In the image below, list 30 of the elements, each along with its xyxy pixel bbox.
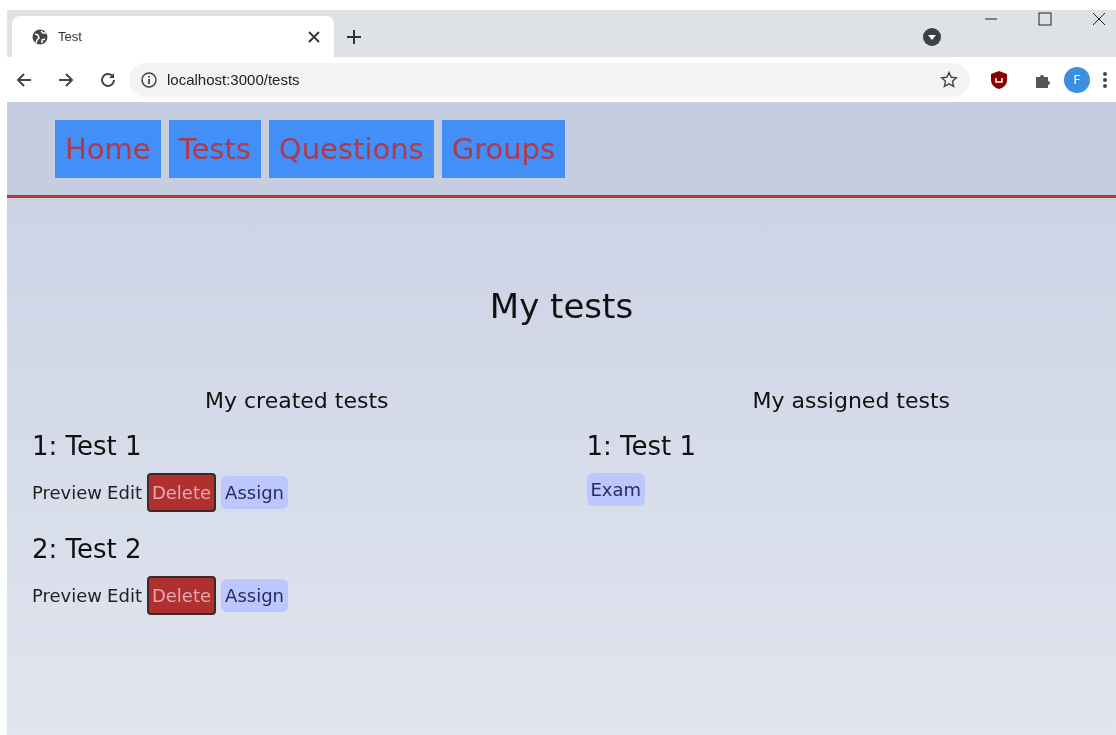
page-title: My tests <box>488 286 635 326</box>
action-button[interactable]: Exam <box>586 473 646 506</box>
action-button[interactable]: Assign <box>221 476 288 509</box>
info-icon[interactable] <box>141 71 157 88</box>
menu-icon[interactable] <box>1102 70 1108 89</box>
test-name: 1: Test 1 <box>32 431 143 461</box>
action-link[interactable]: Edit <box>107 585 142 606</box>
column-heading: My created tests <box>204 388 390 413</box>
star-icon[interactable] <box>940 70 958 89</box>
browser-tab[interactable]: Test <box>12 16 334 57</box>
action-link[interactable]: Edit <box>107 482 142 503</box>
column-heading: My assigned tests <box>751 388 952 413</box>
url-text: localhost:3000/tests <box>167 71 301 88</box>
test-name: 2: Test 2 <box>32 534 143 564</box>
action-button[interactable]: Assign <box>221 579 288 612</box>
test-name: 1: Test 1 <box>586 431 698 461</box>
shield-icon[interactable] <box>990 69 1008 90</box>
close-window-icon[interactable] <box>1092 12 1106 26</box>
plus-icon[interactable] <box>346 28 362 45</box>
reload-icon[interactable] <box>99 70 117 89</box>
dropdown-icon[interactable] <box>923 27 941 46</box>
forward-icon[interactable] <box>57 70 75 89</box>
action-link[interactable]: Preview <box>32 585 103 606</box>
maximize-icon[interactable] <box>1038 12 1052 26</box>
action-link[interactable]: Preview <box>32 482 103 503</box>
tab-title: Test <box>58 29 83 44</box>
address-bar[interactable]: localhost:3000/tests <box>129 62 970 97</box>
back-icon[interactable] <box>15 70 33 89</box>
globe-icon <box>32 28 48 45</box>
close-icon[interactable] <box>308 30 320 43</box>
